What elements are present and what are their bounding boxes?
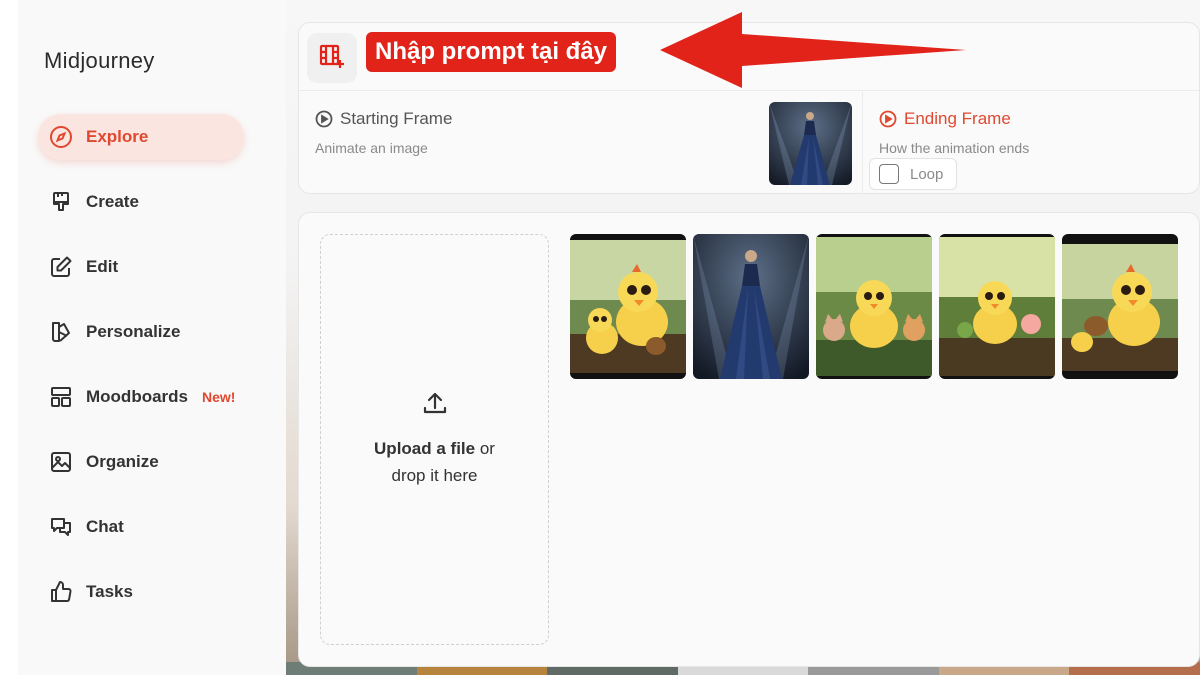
loop-checkbox[interactable]: Loop (869, 158, 957, 190)
personalize-icon (48, 319, 74, 345)
gallery-image[interactable] (1062, 234, 1178, 379)
upload-text-rest: or (475, 439, 495, 458)
nav-label: Moodboards (86, 387, 188, 406)
ending-frame-title: Ending Frame (879, 109, 1011, 129)
nav-item-explore[interactable]: Explore (38, 114, 244, 160)
ending-frame-label: Ending Frame (904, 109, 1011, 128)
starting-frame-label: Starting Frame (340, 109, 453, 128)
arrow-left-icon (660, 12, 966, 88)
nav-item-edit[interactable]: Edit (38, 244, 244, 290)
nav-item-create[interactable]: Create (38, 179, 244, 225)
new-badge: New! (202, 389, 236, 405)
upload-icon (422, 390, 448, 421)
ending-frame-subtitle: How the animation ends (879, 140, 1030, 156)
nav-label: Tasks (86, 582, 133, 601)
chat-icon (48, 514, 74, 540)
video-frame-button[interactable] (307, 33, 357, 83)
gallery-image[interactable] (816, 234, 932, 379)
sidebar: Midjourney Explore Create Edit Personali… (18, 0, 286, 675)
nav-label: Personalize (86, 322, 181, 341)
checkbox-icon (879, 164, 899, 184)
nav-item-moodboards[interactable]: Moodboards New! (38, 374, 244, 420)
upload-link[interactable]: Upload a file (374, 439, 475, 458)
ending-frame-section[interactable]: Ending Frame How the animation ends Loop (862, 92, 1200, 194)
nav-item-organize[interactable]: Organize (38, 439, 244, 485)
gallery-image[interactable] (693, 234, 809, 379)
gallery-panel: Upload a file or drop it here (298, 212, 1200, 667)
loop-label: Loop (910, 165, 944, 183)
film-plus-icon (318, 42, 346, 75)
starting-frame-subtitle: Animate an image (315, 140, 428, 156)
upload-text-line2: drop it here (391, 466, 478, 485)
nav-label: Explore (86, 127, 149, 146)
play-circle-icon (879, 110, 897, 128)
starting-frame-thumbnail[interactable] (769, 102, 852, 185)
nav-item-personalize[interactable]: Personalize (38, 309, 244, 355)
upload-text: Upload a file or drop it here (374, 435, 495, 489)
nav-label: Edit (86, 257, 119, 276)
nav-item-tasks[interactable]: Tasks (38, 569, 244, 615)
starting-frame-section[interactable]: Starting Frame Animate an image (299, 92, 861, 194)
prompt-callout: Nhập prompt tại đây (366, 32, 617, 72)
image-icon (48, 449, 74, 475)
nav-label: Organize (86, 452, 159, 471)
compass-icon (48, 124, 74, 150)
upload-dropzone[interactable]: Upload a file or drop it here (320, 234, 549, 645)
nav-label: Chat (86, 517, 124, 536)
brand-logo[interactable]: Midjourney (44, 48, 155, 74)
nav-item-chat[interactable]: Chat (38, 504, 244, 550)
edit-icon (48, 254, 74, 280)
nav-label: Create (86, 192, 139, 211)
gallery-image[interactable] (939, 234, 1055, 379)
thumbs-up-icon (48, 579, 74, 605)
brush-icon (48, 189, 74, 215)
starting-frame-title: Starting Frame (315, 109, 452, 129)
moodboard-icon (48, 384, 74, 410)
image-gallery (570, 234, 1178, 379)
play-circle-icon (315, 110, 333, 128)
gallery-image[interactable] (570, 234, 686, 379)
